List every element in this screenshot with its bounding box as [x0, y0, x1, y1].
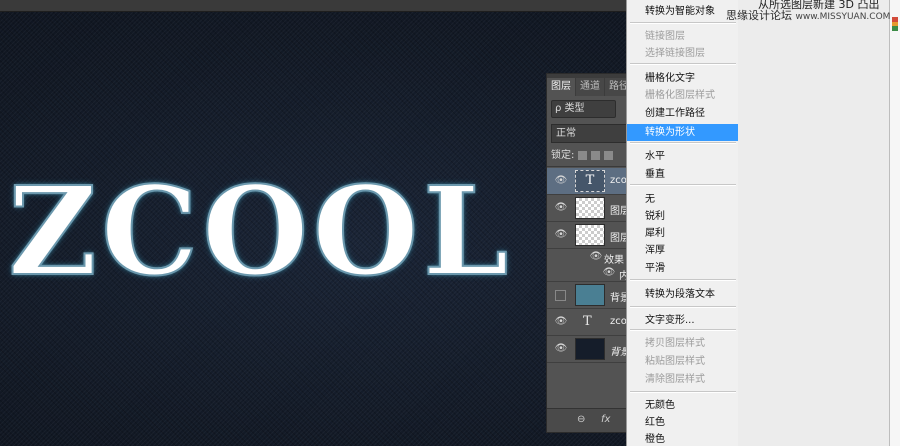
- layers-panel-footer: ⊖ fx: [547, 408, 631, 432]
- layer-name: zco: [610, 316, 627, 327]
- layer-thumbnail: [575, 284, 605, 306]
- layer-thumbnail: [575, 224, 605, 246]
- layer-row[interactable]: 👁 图层: [547, 195, 631, 222]
- menu-item[interactable]: 创建工作路径: [627, 105, 739, 122]
- menu-item: 链接图层: [645, 31, 685, 42]
- menu-item[interactable]: 红色: [627, 414, 739, 431]
- lock-label: 锁定:: [551, 150, 575, 161]
- menu-item[interactable]: 无: [627, 191, 739, 208]
- eye-icon[interactable]: 👁: [554, 317, 568, 327]
- menu-separator: [630, 22, 736, 24]
- menu-item: 清除图层样式: [645, 374, 705, 385]
- panel-tabs: 图层 通道 路径: [547, 74, 631, 96]
- watermark: 思缘设计论坛 www.MISSYUAN.COM: [726, 7, 890, 23]
- context-menu: 转换为智能对象链接图层选择链接图层栅格化文字栅格化图层样式创建工作路径 转换为形状…: [626, 0, 740, 446]
- menu-item[interactable]: 垂直: [627, 166, 739, 183]
- menu-item[interactable]: 锐利: [627, 208, 739, 225]
- menu-separator: [630, 306, 736, 308]
- visibility-box[interactable]: [555, 290, 566, 301]
- layer-name: zco: [610, 175, 627, 186]
- menu-separator: [630, 63, 736, 65]
- menu-separator: [630, 391, 736, 393]
- menu-item[interactable]: 转换为智能对象: [627, 3, 739, 20]
- menu-item[interactable]: 栅格化文字: [627, 70, 739, 87]
- menu-item[interactable]: 橙色: [627, 431, 739, 446]
- layer-row[interactable]: 👁 图层: [547, 222, 631, 249]
- watermark-text: 思缘设计论坛: [726, 9, 792, 22]
- menu-item[interactable]: 转换为段落文本: [627, 286, 739, 303]
- layer-thumbnail: [575, 338, 605, 360]
- menu-item: 栅格化图层样式: [645, 90, 715, 101]
- layer-effect-item[interactable]: 👁 内: [547, 265, 631, 282]
- eye-icon[interactable]: 👁: [602, 268, 616, 278]
- canvas-artwork-text: ZCOOL: [7, 159, 513, 303]
- layer-effects-row[interactable]: 👁 效果: [547, 249, 631, 267]
- layer-filter-select[interactable]: ρ 类型: [551, 100, 616, 118]
- lock-transparency-icon[interactable]: [578, 150, 588, 160]
- eye-icon[interactable]: 👁: [589, 252, 603, 262]
- eye-icon[interactable]: 👁: [554, 176, 568, 186]
- swatch-strip: [892, 17, 898, 32]
- right-scrollbar[interactable]: [889, 0, 900, 446]
- menu-item[interactable]: 文字变形...: [627, 312, 739, 329]
- menu-item[interactable]: 犀利: [627, 225, 739, 242]
- layer-row[interactable]: 👁 T zco: [547, 168, 631, 195]
- menu-item: 拷贝图层样式: [645, 338, 705, 349]
- menu-item[interactable]: 平滑: [627, 260, 739, 277]
- eye-icon[interactable]: 👁: [554, 344, 568, 354]
- blend-mode-select[interactable]: 正常: [551, 124, 631, 143]
- layer-row[interactable]: 背景: [547, 282, 631, 309]
- lock-move-icon[interactable]: [604, 150, 614, 160]
- fx-icon[interactable]: fx: [601, 414, 610, 425]
- tab-channels[interactable]: 通道: [576, 78, 604, 96]
- menu-item: 粘贴图层样式: [645, 356, 705, 367]
- menu-separator: [630, 329, 736, 331]
- layer-row[interactable]: 👁 背景: [547, 336, 631, 363]
- text-type-icon: T: [583, 314, 592, 329]
- menu-item[interactable]: 浑厚: [627, 242, 739, 259]
- menu-item[interactable]: 无颜色: [627, 397, 739, 414]
- layer-thumbnail: [575, 197, 605, 219]
- layers-panel: 图层 通道 路径 ρ 类型 正常 锁定: 👁 T zco 👁 图层 👁 图层 👁…: [546, 73, 632, 433]
- menu-separator: [630, 279, 736, 281]
- link-layers-icon[interactable]: ⊖: [577, 414, 585, 425]
- eye-icon[interactable]: 👁: [554, 203, 568, 213]
- menu-separator: [630, 142, 736, 144]
- watermark-url: www.MISSYUAN.COM: [795, 12, 891, 22]
- lock-brush-icon[interactable]: [591, 150, 601, 160]
- menu-item[interactable]: 转换为形状: [627, 124, 739, 141]
- tab-layers[interactable]: 图层: [547, 78, 575, 96]
- effects-label: 效果: [604, 255, 624, 266]
- menu-separator: [630, 184, 736, 186]
- lock-row: 锁定:: [547, 146, 631, 167]
- text-layer-thumbnail: T: [575, 170, 605, 192]
- menu-item: 选择链接图层: [645, 48, 705, 59]
- menu-item[interactable]: 水平: [627, 148, 739, 165]
- layer-row[interactable]: 👁 T zco: [547, 309, 631, 336]
- right-background: [738, 0, 900, 446]
- eye-icon[interactable]: 👁: [554, 230, 568, 240]
